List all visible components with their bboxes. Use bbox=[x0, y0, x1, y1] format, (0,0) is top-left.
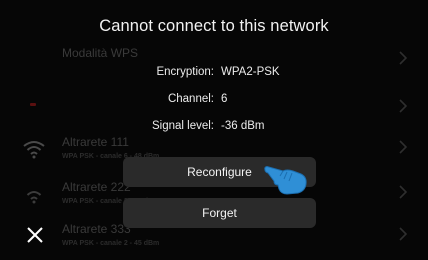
dialog-title: Cannot connect to this network bbox=[99, 17, 329, 35]
encryption-value: WPA2-PSK bbox=[221, 66, 280, 78]
signal-row: Signal level: -36 dBm bbox=[0, 120, 428, 136]
signal-label: Signal level: bbox=[151, 120, 214, 132]
wifi-icon bbox=[26, 191, 42, 204]
network-name: Modalità WPS bbox=[62, 46, 139, 60]
network-name: Altrarete 111 bbox=[62, 135, 129, 149]
network-name: Altrarete 333 bbox=[62, 222, 131, 236]
channel-row: Channel: 6 bbox=[0, 93, 428, 109]
chevron-right-icon bbox=[399, 227, 408, 241]
signal-value: -36 dBm bbox=[221, 120, 265, 132]
pointing-hand-icon bbox=[264, 165, 307, 195]
network-details: WPA PSK - canale 2 - 45 dBm bbox=[62, 240, 160, 247]
chevron-right-icon bbox=[399, 185, 408, 199]
close-icon[interactable] bbox=[26, 226, 44, 244]
forget-button[interactable]: Forget bbox=[123, 198, 316, 228]
wifi-icon bbox=[23, 141, 45, 159]
encryption-label: Encryption: bbox=[156, 66, 214, 78]
network-screen: Modalità WPS Altrarete 111 WPA PSK - can… bbox=[0, 0, 428, 260]
encryption-row: Encryption: WPA2-PSK bbox=[0, 66, 428, 82]
channel-label: Channel: bbox=[167, 93, 214, 105]
chevron-right-icon bbox=[399, 51, 408, 65]
chevron-right-icon bbox=[399, 140, 408, 154]
network-name: Altrarete 222 bbox=[62, 180, 131, 194]
channel-value: 6 bbox=[221, 93, 228, 105]
